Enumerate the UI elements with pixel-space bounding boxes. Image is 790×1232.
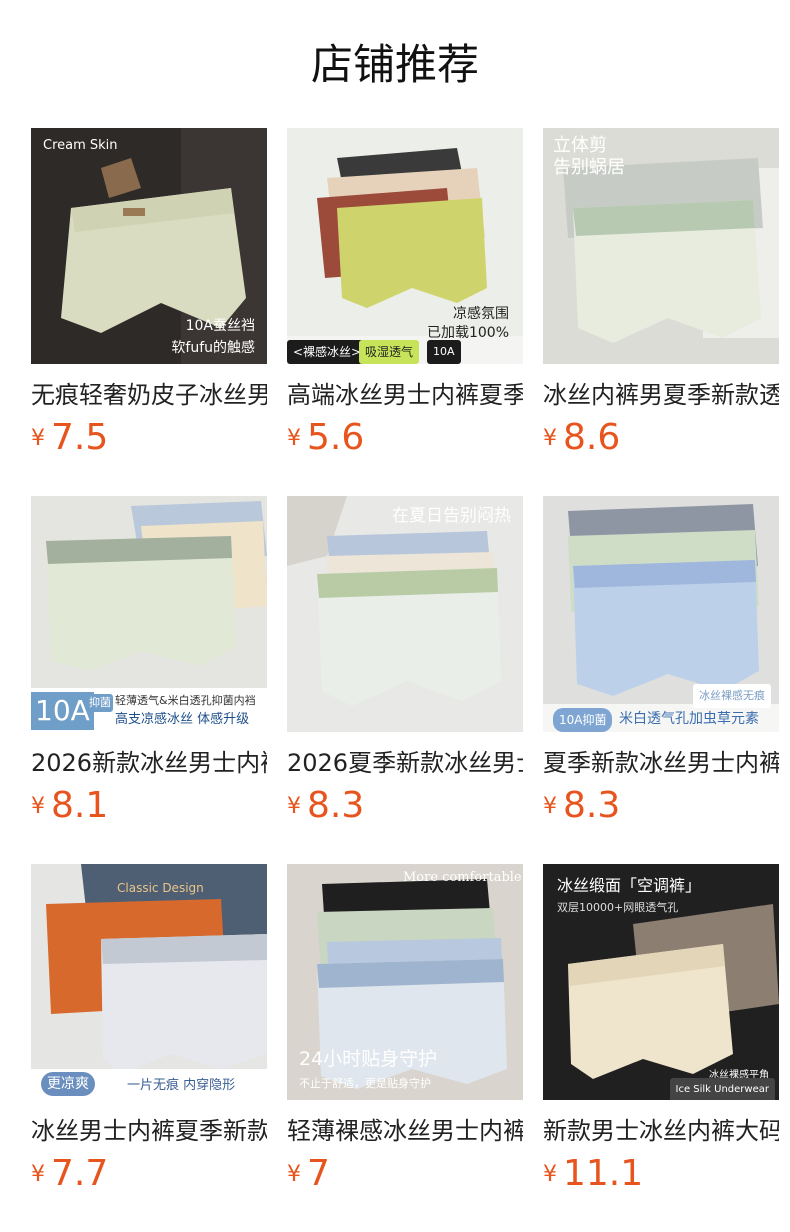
image-bottom-b: Ice Silk Underwear — [669, 1078, 775, 1100]
image-top-text: More comfortable — [403, 870, 522, 885]
image-left-tag: 更凉爽 — [41, 1072, 95, 1096]
image-strip-b: 吸湿透气 — [359, 340, 420, 364]
currency-symbol: ¥ — [31, 794, 45, 819]
image-small-tag: 冰丝裸感无痕 — [693, 684, 771, 708]
image-top-line2: 告别蜗居 — [553, 157, 625, 178]
price-value: 7.7 — [51, 1153, 109, 1194]
image-strip-a: <裸感冰丝> — [287, 340, 368, 364]
image-bottom-small: 不止于舒适，更是贴身守护 — [299, 1077, 431, 1090]
price-value: 7.5 — [51, 417, 109, 458]
image-bottom-a: 10A抑菌 — [553, 708, 613, 732]
product-name[interactable]: 2026新款冰丝男士内裤 — [31, 746, 267, 780]
image-waist-text: Classic Design — [117, 881, 204, 895]
image-top-line2: 双层10000+网眼透气孔 — [557, 901, 679, 914]
product-name[interactable]: 夏季新款冰丝男士内裤透气 — [543, 746, 779, 780]
product-price: ¥8.3 — [543, 784, 620, 828]
product-name[interactable]: 冰丝男士内裤夏季新款无痕 — [31, 1114, 267, 1148]
image-right-tag: 一片无痕 内穿隐形 — [127, 1078, 236, 1093]
price-value: 8.3 — [563, 785, 621, 826]
product-image[interactable]: 凉感氛围 已加载100% <裸感冰丝> 吸湿透气 10A — [287, 128, 523, 364]
product-price: ¥7.7 — [31, 1152, 108, 1196]
image-top-text: 在夏日告别闷热 — [392, 506, 511, 526]
price-value: 11.1 — [563, 1153, 644, 1194]
image-top-line1: 冰丝缎面「空调裤」 — [557, 876, 702, 895]
product-name[interactable]: 无痕轻奢奶皮子冰丝男士内裤 — [31, 378, 267, 412]
price-value: 7 — [307, 1153, 330, 1194]
currency-symbol: ¥ — [543, 794, 557, 819]
product-price: ¥8.1 — [31, 784, 108, 828]
product-name[interactable]: 冰丝内裤男夏季新款透气 — [543, 378, 779, 412]
product-image[interactable]: Classic Design 更凉爽 一片无痕 内穿隐形 — [31, 864, 267, 1100]
product-image[interactable]: More comfortable 24小时贴身守护 不止于舒适，更是贴身守护 — [287, 864, 523, 1100]
price-value: 8.6 — [563, 417, 621, 458]
currency-symbol: ¥ — [543, 426, 557, 451]
price-value: 8.1 — [51, 785, 109, 826]
product-image[interactable]: Cream Skin 10A蚕丝裆 软fufu的触感 — [31, 128, 267, 364]
currency-symbol: ¥ — [31, 426, 45, 451]
product-price: ¥8.6 — [543, 416, 620, 460]
product-name[interactable]: 轻薄裸感冰丝男士内裤 — [287, 1114, 523, 1148]
product-image[interactable]: 冰丝裸感无痕 10A抑菌 米白透气孔加虫草元素 — [543, 496, 779, 732]
page-title: 店铺推荐 — [310, 40, 479, 89]
image-bottom-b: 米白透气孔加虫草元素 — [619, 711, 759, 727]
image-line2: 高支凉感冰丝 体感升级 — [115, 712, 250, 727]
product-image[interactable]: 冰丝缎面「空调裤」 双层10000+网眼透气孔 冰丝裸感平角 Ice Silk … — [543, 864, 779, 1100]
currency-symbol: ¥ — [543, 1162, 557, 1187]
image-badge-big: 10A — [31, 692, 94, 730]
image-badge-line1: 10A蚕丝裆 — [185, 318, 255, 334]
product-image[interactable]: 10A 抑菌 轻薄透气&米白透孔抑菌内裆 高支凉感冰丝 体感升级 — [31, 496, 267, 732]
image-badge-line2: 软fufu的触感 — [171, 340, 255, 356]
product-name[interactable]: 2026夏季新款冰丝男士内裤 — [287, 746, 523, 780]
product-price: ¥5.6 — [287, 416, 364, 460]
currency-symbol: ¥ — [31, 1162, 45, 1187]
price-value: 5.6 — [307, 417, 365, 458]
image-bottom-big: 24小时贴身守护 — [299, 1048, 438, 1070]
currency-symbol: ¥ — [287, 794, 301, 819]
image-strip-c: 10A — [427, 340, 461, 364]
product-name[interactable]: 高端冰丝男士内裤夏季薄款 — [287, 378, 523, 412]
price-value: 8.3 — [307, 785, 365, 826]
product-price: ¥7 — [287, 1152, 330, 1196]
product-price: ¥7.5 — [31, 416, 108, 460]
image-top-text: Cream Skin — [43, 138, 118, 153]
product-image[interactable]: 立体剪 告别蜗居 — [543, 128, 779, 364]
product-price: ¥8.3 — [287, 784, 364, 828]
product-image[interactable]: 在夏日告别闷热 — [287, 496, 523, 732]
currency-symbol: ¥ — [287, 1162, 301, 1187]
product-price: ¥11.1 — [543, 1152, 643, 1196]
product-name[interactable]: 新款男士冰丝内裤大码 — [543, 1114, 779, 1148]
currency-symbol: ¥ — [287, 426, 301, 451]
